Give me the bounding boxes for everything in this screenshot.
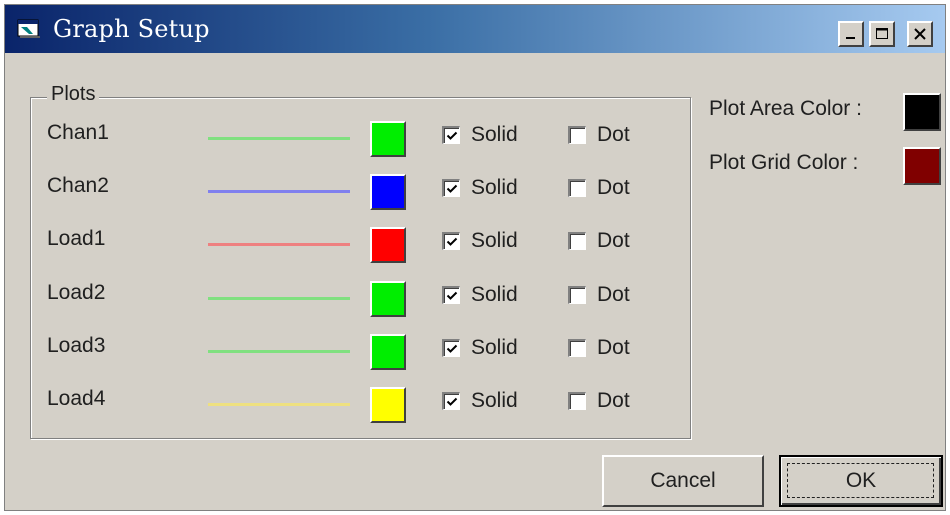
- close-button[interactable]: [907, 21, 933, 47]
- plot-name: Load2: [47, 281, 106, 304]
- checkbox-box[interactable]: [442, 286, 460, 304]
- checkbox-box[interactable]: [568, 392, 586, 410]
- plot-area-color-label: Plot Area Color :: [709, 97, 862, 120]
- dot-checkbox[interactable]: Dot: [568, 336, 630, 360]
- plot-name: Load1: [47, 227, 106, 250]
- plot-grid-color-label: Plot Grid Color :: [709, 151, 859, 174]
- title-bar[interactable]: Graph Setup: [5, 5, 945, 53]
- ok-button[interactable]: OK: [779, 455, 943, 507]
- minimize-button[interactable]: [838, 21, 864, 47]
- dot-label: Dot: [597, 283, 630, 306]
- plot-color-swatch[interactable]: [370, 387, 406, 423]
- checkbox-box[interactable]: [442, 126, 460, 144]
- plot-line-preview: [208, 243, 350, 246]
- dot-checkbox[interactable]: Dot: [568, 389, 630, 413]
- checkbox-box[interactable]: [568, 126, 586, 144]
- plot-grid-color-swatch[interactable]: [903, 147, 941, 185]
- solid-label: Solid: [471, 123, 518, 146]
- dot-checkbox[interactable]: Dot: [568, 229, 630, 253]
- plot-area-color-swatch[interactable]: [903, 93, 941, 131]
- plot-color-swatch[interactable]: [370, 121, 406, 157]
- plot-row-load3: Load3 Solid Dot: [5, 334, 685, 386]
- close-icon: [913, 27, 927, 41]
- cancel-button[interactable]: Cancel: [602, 455, 764, 507]
- checkbox-box[interactable]: [568, 232, 586, 250]
- plot-color-swatch[interactable]: [370, 174, 406, 210]
- solid-label: Solid: [471, 229, 518, 252]
- plot-color-swatch[interactable]: [370, 227, 406, 263]
- dot-label: Dot: [597, 336, 630, 359]
- plot-row-load4: Load4 Solid Dot: [5, 387, 685, 439]
- checkbox-box[interactable]: [568, 339, 586, 357]
- dot-checkbox[interactable]: Dot: [568, 176, 630, 200]
- plot-row-load2: Load2 Solid Dot: [5, 281, 685, 333]
- minimize-icon: [844, 27, 858, 41]
- plot-color-swatch[interactable]: [370, 281, 406, 317]
- solid-checkbox[interactable]: Solid: [442, 283, 518, 307]
- checkbox-box[interactable]: [442, 179, 460, 197]
- dot-label: Dot: [597, 229, 630, 252]
- window-title: Graph Setup: [53, 15, 210, 43]
- checkbox-box[interactable]: [568, 179, 586, 197]
- checkbox-box[interactable]: [442, 392, 460, 410]
- cancel-button-label: Cancel: [650, 469, 716, 492]
- maximize-icon: [875, 27, 889, 41]
- plot-row-chan2: Chan2 Solid Dot: [5, 174, 685, 226]
- graph-setup-dialog: Graph Setup Plots Chan1 Solid Dot Chan2 …: [4, 4, 946, 511]
- app-window-icon: [17, 19, 41, 39]
- plot-line-preview: [208, 137, 350, 140]
- plot-line-preview: [208, 297, 350, 300]
- solid-checkbox[interactable]: Solid: [442, 389, 518, 413]
- plot-row-load1: Load1 Solid Dot: [5, 227, 685, 279]
- plot-line-preview: [208, 403, 350, 406]
- plot-name: Load4: [47, 387, 106, 410]
- solid-label: Solid: [471, 389, 518, 412]
- plot-name: Load3: [47, 334, 106, 357]
- plot-name: Chan1: [47, 121, 109, 144]
- solid-checkbox[interactable]: Solid: [442, 123, 518, 147]
- checkbox-box[interactable]: [442, 232, 460, 250]
- solid-checkbox[interactable]: Solid: [442, 229, 518, 253]
- ok-button-label: OK: [845, 469, 877, 492]
- solid-label: Solid: [471, 176, 518, 199]
- plot-line-preview: [208, 190, 350, 193]
- dot-label: Dot: [597, 389, 630, 412]
- dot-label: Dot: [597, 123, 630, 146]
- plots-group-title: Plots: [47, 83, 100, 106]
- plot-name: Chan2: [47, 174, 109, 197]
- solid-checkbox[interactable]: Solid: [442, 176, 518, 200]
- checkbox-box[interactable]: [442, 339, 460, 357]
- solid-checkbox[interactable]: Solid: [442, 336, 518, 360]
- dot-checkbox[interactable]: Dot: [568, 123, 630, 147]
- maximize-button[interactable]: [869, 21, 895, 47]
- solid-label: Solid: [471, 336, 518, 359]
- plot-color-swatch[interactable]: [370, 334, 406, 370]
- dot-checkbox[interactable]: Dot: [568, 283, 630, 307]
- plot-line-preview: [208, 350, 350, 353]
- plot-row-chan1: Chan1 Solid Dot: [5, 121, 685, 173]
- solid-label: Solid: [471, 283, 518, 306]
- dot-label: Dot: [597, 176, 630, 199]
- checkbox-box[interactable]: [568, 286, 586, 304]
